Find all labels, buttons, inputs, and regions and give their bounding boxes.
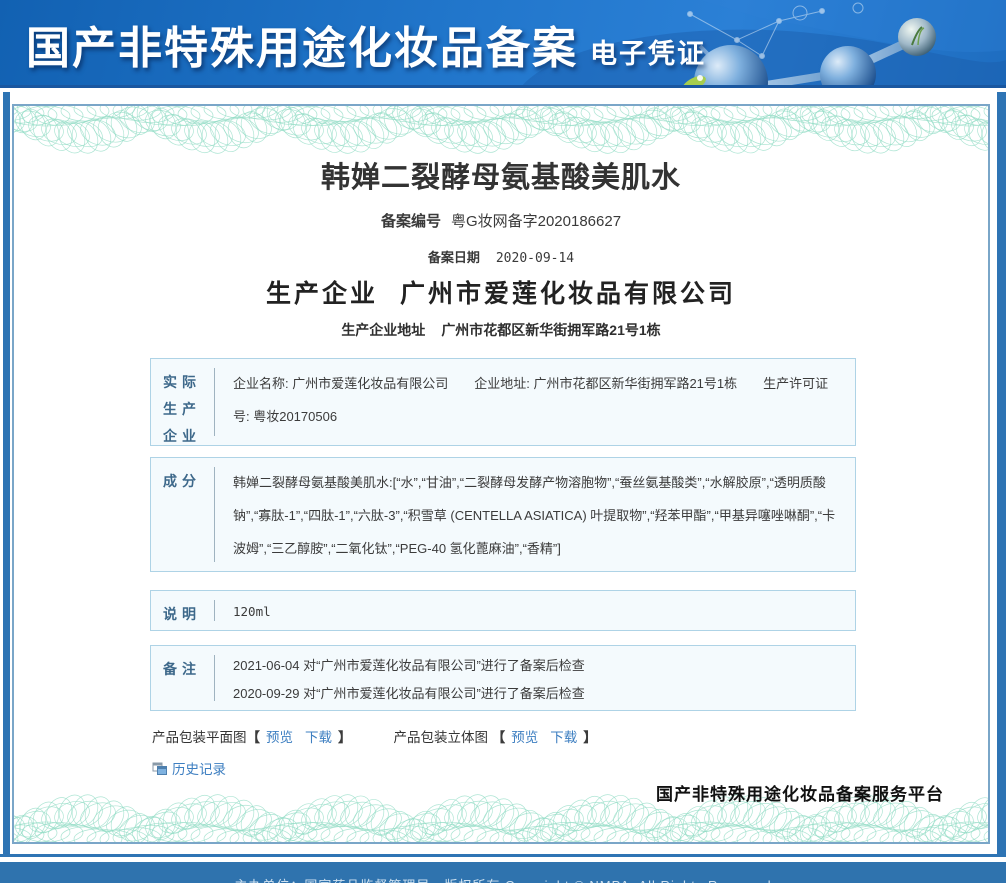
left-border-strip <box>3 92 10 857</box>
banner-subtitle: 电子凭证 <box>590 39 706 69</box>
platform-name: 国产非特殊用途化妆品备案服务平台 <box>656 780 944 805</box>
banner-heading: 国产非特殊用途化妆品备案电子凭证 <box>26 12 706 76</box>
row-label: 实际生产企业 <box>151 359 215 445</box>
flat-package-label: 产品包装平面图 <box>152 730 247 745</box>
row-label: 备注 <box>151 646 215 710</box>
row-label: 成分 <box>151 458 215 571</box>
manufacturer-name: 广州市爱莲化妆品有限公司 <box>400 281 736 308</box>
manufacturer-address-value: 广州市花都区新华街拥军路21号1栋 <box>441 322 660 338</box>
row-content: 2021-06-04 对“广州市爱莲化妆品有限公司”进行了备案后检查 2020-… <box>215 646 855 710</box>
info-row-description: 说明 120ml <box>150 590 856 631</box>
manufacturer-address-line: 生产企业地址广州市花都区新华街拥军路21号1栋 <box>14 320 988 340</box>
page-footer: 主办单位：国家药品监督管理局 版权所有 Copyright © NMPA. Al… <box>0 862 1006 883</box>
stereo-package-label: 产品包装立体图 <box>394 730 489 745</box>
record-date-value: 2020-09-14 <box>496 251 574 266</box>
row-label: 说明 <box>151 591 215 630</box>
flat-download-link[interactable]: 下载 <box>305 730 332 745</box>
remark-line: 2020-09-29 对“广州市爱莲化妆品有限公司”进行了备案后检查 <box>233 680 839 708</box>
header-banner: 国产非特殊用途化妆品备案电子凭证 <box>0 0 1006 88</box>
info-row-ingredients: 成分 韩婵二裂酵母氨基酸美肌水:[“水”,“甘油”,“二裂酵母发酵产物溶胞物”,… <box>150 457 856 572</box>
bracket: 【 <box>492 730 506 745</box>
record-number-label: 备案编号 <box>381 213 441 230</box>
bracket: 】 <box>583 730 597 745</box>
remark-line: 2021-06-04 对“广州市爱莲化妆品有限公司”进行了备案后检查 <box>233 652 839 680</box>
bracket: 【 <box>247 730 261 745</box>
footer-text: 主办单位：国家药品监督管理局 版权所有 Copyright © NMPA. Al… <box>234 875 771 883</box>
manufacturer-line: 生产企业广州市爱莲化妆品有限公司 <box>14 274 988 310</box>
banner-title: 国产非特殊用途化妆品备案 <box>26 24 578 73</box>
certificate-panel: 韩婵二裂酵母氨基酸美肌水 备案编号粤G妆网备字2020186627 备案日期 20… <box>12 104 990 844</box>
manufacturer-address-label: 生产企业地址 <box>341 322 425 338</box>
record-date-line: 备案日期 2020-09-14 <box>14 247 988 266</box>
row-content: 韩婵二裂酵母氨基酸美肌水:[“水”,“甘油”,“二裂酵母发酵产物溶胞物”,“蚕丝… <box>215 458 855 571</box>
row-content: 120ml <box>215 591 855 630</box>
bottom-divider-line <box>0 854 1006 857</box>
attachment-links-line: 产品包装平面图【预览下载】产品包装立体图 【预览下载】 <box>152 726 597 746</box>
info-rows: 实际生产企业 企业名称: 广州市爱莲化妆品有限公司 企业地址: 广州市花都区新华… <box>150 358 856 711</box>
record-date-label: 备案日期 <box>428 250 480 265</box>
history-record-link[interactable]: 历史记录 <box>172 758 226 778</box>
row-content: 企业名称: 广州市爱莲化妆品有限公司 企业地址: 广州市花都区新华街拥军路21号… <box>215 359 855 445</box>
record-number-line: 备案编号粤G妆网备字2020186627 <box>14 210 988 231</box>
product-name: 韩婵二裂酵母氨基酸美肌水 <box>14 154 988 196</box>
record-number-value: 粤G妆网备字2020186627 <box>451 213 621 230</box>
bracket: 】 <box>338 730 352 745</box>
manufacturer-label: 生产企业 <box>266 281 378 308</box>
history-windows-icon <box>152 762 167 775</box>
guilloche-border-top <box>14 106 988 154</box>
stereo-preview-link[interactable]: 预览 <box>511 730 538 745</box>
stereo-download-link[interactable]: 下载 <box>550 730 577 745</box>
history-record-row: 历史记录 <box>152 758 232 778</box>
info-row-actual-manufacturer: 实际生产企业 企业名称: 广州市爱莲化妆品有限公司 企业地址: 广州市花都区新华… <box>150 358 856 446</box>
info-row-remarks: 备注 2021-06-04 对“广州市爱莲化妆品有限公司”进行了备案后检查 20… <box>150 645 856 711</box>
flat-preview-link[interactable]: 预览 <box>266 730 293 745</box>
right-border-strip <box>997 92 1006 857</box>
